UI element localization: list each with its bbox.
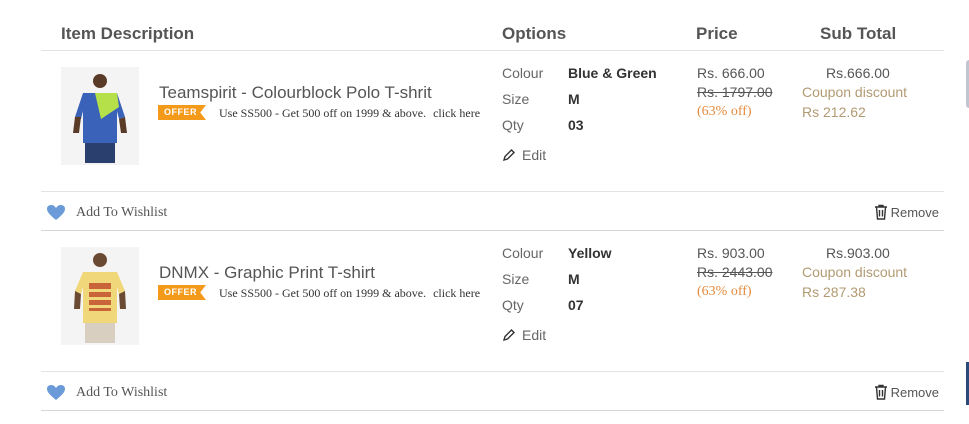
edit-label: Edit	[522, 147, 547, 163]
option-label-qty: Qty	[502, 117, 524, 133]
cart-header: Item Description Options Price Sub Total	[41, 0, 944, 51]
remove-button[interactable]: Remove	[874, 384, 939, 400]
remove-button[interactable]: Remove	[874, 204, 939, 220]
option-value-colour: Yellow	[568, 245, 612, 261]
option-value-size: M	[568, 91, 580, 107]
option-label-colour: Colour	[502, 65, 544, 81]
price: Rs. 666.00	[697, 65, 765, 81]
edit-label: Edit	[522, 327, 547, 343]
option-label-size: Size	[502, 91, 530, 107]
original-price: Rs. 1797.00	[697, 84, 773, 100]
price: Rs. 903.00	[697, 245, 765, 261]
wishlist-label: Add To Wishlist	[76, 384, 168, 400]
header-price: Price	[696, 24, 738, 43]
header-sub-total: Sub Total	[820, 24, 897, 43]
product-image[interactable]	[61, 247, 139, 345]
product-name[interactable]: Teamspirit - Colourblock Polo T-shrit	[159, 83, 432, 103]
wishlist-label: Add To Wishlist	[76, 204, 168, 220]
option-label-colour: Colour	[502, 245, 544, 261]
option-value-qty: 03	[568, 117, 584, 133]
promo-line: Use SS500 - Get 500 off on 1999 & above.…	[219, 106, 480, 121]
offer-tag-icon: OFFER	[158, 285, 206, 300]
option-value-qty: 07	[568, 297, 584, 313]
trash-icon	[874, 384, 887, 400]
cart-item: DNMX - Graphic Print T-shirt OFFER Use S…	[41, 231, 944, 371]
cart-table: Item Description Options Price Sub Total…	[41, 0, 944, 411]
subtotal: Rs.903.00	[826, 245, 890, 261]
option-value-size: M	[568, 271, 580, 287]
header-options: Options	[502, 24, 567, 43]
coupon-discount-amount: Rs 287.38	[802, 284, 866, 300]
item-actions: Add To Wishlist Remove	[41, 191, 944, 231]
promo-text: Use SS500 - Get 500 off on 1999 & above.	[219, 286, 427, 300]
add-to-wishlist-button[interactable]: Add To Wishlist	[46, 384, 167, 401]
heart-icon	[47, 205, 65, 220]
subtotal: Rs.666.00	[826, 65, 890, 81]
coupon-discount-amount: Rs 212.62	[802, 104, 866, 120]
original-price: Rs. 2443.00	[697, 264, 773, 280]
offer-tag-icon: OFFER	[158, 105, 206, 120]
option-label-qty: Qty	[502, 297, 524, 313]
product-name[interactable]: DNMX - Graphic Print T-shirt	[159, 263, 375, 283]
remove-label: Remove	[890, 204, 939, 220]
promo-text: Use SS500 - Get 500 off on 1999 & above.	[219, 106, 427, 120]
promo-click-here-link[interactable]: click here	[433, 286, 480, 300]
remove-label: Remove	[890, 384, 939, 400]
option-label-size: Size	[502, 271, 530, 287]
add-to-wishlist-button[interactable]: Add To Wishlist	[46, 204, 167, 221]
coupon-discount-label: Coupon discount	[802, 84, 908, 100]
product-image[interactable]	[61, 67, 139, 165]
promo-line: Use SS500 - Get 500 off on 1999 & above.…	[219, 286, 480, 301]
promo-click-here-link[interactable]: click here	[433, 106, 480, 120]
edit-button[interactable]: Edit	[502, 327, 546, 343]
trash-icon	[874, 204, 887, 220]
discount-percent: (63% off)	[697, 284, 752, 299]
coupon-discount-label: Coupon discount	[802, 264, 908, 280]
heart-icon	[47, 385, 65, 400]
option-value-colour: Blue & Green	[568, 65, 657, 81]
edit-button[interactable]: Edit	[502, 147, 546, 163]
discount-percent: (63% off)	[697, 104, 752, 119]
item-actions: Add To Wishlist Remove	[41, 371, 944, 411]
cart-item: Teamspirit - Colourblock Polo T-shrit OF…	[41, 51, 944, 191]
header-item-description: Item Description	[61, 24, 195, 43]
pencil-icon	[502, 329, 515, 342]
pencil-icon	[502, 149, 515, 162]
